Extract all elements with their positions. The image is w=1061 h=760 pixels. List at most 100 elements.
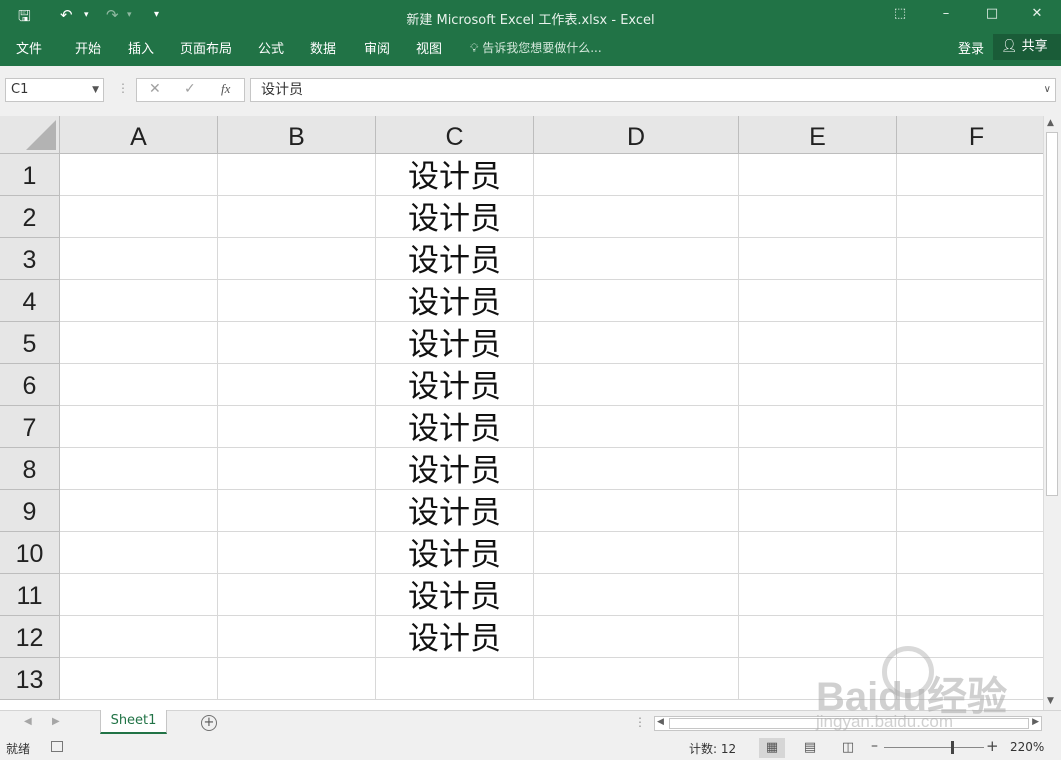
cell-a13[interactable] xyxy=(60,658,218,700)
row-header-13[interactable]: 13 xyxy=(0,658,60,700)
chevron-down-icon[interactable]: ▼ xyxy=(92,79,99,101)
tab-insert[interactable]: 插入 xyxy=(128,38,154,57)
row-header-1[interactable]: 1 xyxy=(0,154,60,196)
cell-b9[interactable] xyxy=(218,490,376,532)
insert-function-icon[interactable]: fx xyxy=(221,81,230,97)
cell-d9[interactable] xyxy=(534,490,739,532)
cell-d8[interactable] xyxy=(534,448,739,490)
cell-f12[interactable] xyxy=(897,616,1043,658)
scroll-left-icon[interactable]: ◀ xyxy=(657,717,664,727)
cell-c9[interactable]: 设计员 xyxy=(376,490,534,532)
zoom-out-button[interactable]: – xyxy=(871,738,878,754)
cell-e1[interactable] xyxy=(739,154,897,196)
cell-d4[interactable] xyxy=(534,280,739,322)
tab-review[interactable]: 审阅 xyxy=(364,38,390,57)
sheet-tab-sheet1[interactable]: Sheet1 xyxy=(100,710,167,734)
add-sheet-icon[interactable]: + xyxy=(201,715,217,731)
row-header-4[interactable]: 4 xyxy=(0,280,60,322)
cell-f9[interactable] xyxy=(897,490,1043,532)
cell-c5[interactable]: 设计员 xyxy=(376,322,534,364)
cell-c13[interactable] xyxy=(376,658,534,700)
cell-b1[interactable] xyxy=(218,154,376,196)
cell-d3[interactable] xyxy=(534,238,739,280)
select-all-button[interactable] xyxy=(0,116,60,154)
cell-d12[interactable] xyxy=(534,616,739,658)
zoom-level[interactable]: 220% xyxy=(1010,740,1044,754)
zoom-slider-thumb[interactable] xyxy=(951,741,954,754)
normal-view-icon[interactable]: ▦ xyxy=(759,738,785,758)
macro-recording-icon[interactable] xyxy=(51,741,63,752)
cell-f7[interactable] xyxy=(897,406,1043,448)
cell-f3[interactable] xyxy=(897,238,1043,280)
cell-d2[interactable] xyxy=(534,196,739,238)
cell-e11[interactable] xyxy=(739,574,897,616)
scroll-down-icon[interactable]: ▼ xyxy=(1047,696,1054,706)
row-header-7[interactable]: 7 xyxy=(0,406,60,448)
cell-a6[interactable] xyxy=(60,364,218,406)
cell-c12[interactable]: 设计员 xyxy=(376,616,534,658)
tab-file[interactable]: 文件 xyxy=(16,38,42,57)
cell-b2[interactable] xyxy=(218,196,376,238)
cell-c6[interactable]: 设计员 xyxy=(376,364,534,406)
horizontal-scroll-thumb[interactable] xyxy=(669,718,1029,729)
cell-b5[interactable] xyxy=(218,322,376,364)
row-header-6[interactable]: 6 xyxy=(0,364,60,406)
cell-c7[interactable]: 设计员 xyxy=(376,406,534,448)
row-header-8[interactable]: 8 xyxy=(0,448,60,490)
row-header-12[interactable]: 12 xyxy=(0,616,60,658)
cell-a5[interactable] xyxy=(60,322,218,364)
next-sheet-icon[interactable]: ▶ xyxy=(52,716,60,727)
cell-c4[interactable]: 设计员 xyxy=(376,280,534,322)
cell-f11[interactable] xyxy=(897,574,1043,616)
cell-f1[interactable] xyxy=(897,154,1043,196)
row-header-3[interactable]: 3 xyxy=(0,238,60,280)
cell-f6[interactable] xyxy=(897,364,1043,406)
close-button[interactable]: ✕ xyxy=(1017,6,1057,26)
page-layout-view-icon[interactable]: ▤ xyxy=(797,738,823,758)
ribbon-display-options-icon[interactable]: ⬚ xyxy=(880,6,920,26)
cell-d6[interactable] xyxy=(534,364,739,406)
column-header-a[interactable]: A xyxy=(60,116,218,154)
cell-a4[interactable] xyxy=(60,280,218,322)
cell-d5[interactable] xyxy=(534,322,739,364)
cell-e3[interactable] xyxy=(739,238,897,280)
cell-c8[interactable]: 设计员 xyxy=(376,448,534,490)
cell-a3[interactable] xyxy=(60,238,218,280)
row-header-11[interactable]: 11 xyxy=(0,574,60,616)
cell-a12[interactable] xyxy=(60,616,218,658)
row-header-2[interactable]: 2 xyxy=(0,196,60,238)
cell-a11[interactable] xyxy=(60,574,218,616)
enter-icon[interactable]: ✓ xyxy=(184,81,196,97)
cell-a2[interactable] xyxy=(60,196,218,238)
cancel-icon[interactable]: ✕ xyxy=(149,81,161,97)
zoom-slider[interactable] xyxy=(884,747,984,748)
cell-f8[interactable] xyxy=(897,448,1043,490)
cell-b8[interactable] xyxy=(218,448,376,490)
cell-c2[interactable]: 设计员 xyxy=(376,196,534,238)
worksheet-grid[interactable]: ABCDEF 1 设计员 2 设计员 3 设计员 4 设计员 5 设计员 6 设计员 7 设计员 8 设计员 9… xyxy=(0,116,1043,710)
cell-f13[interactable] xyxy=(897,658,1043,700)
maximize-button[interactable]: □ xyxy=(972,6,1012,26)
cell-c3[interactable]: 设计员 xyxy=(376,238,534,280)
cell-c1[interactable]: 设计员 xyxy=(376,154,534,196)
tab-split-handle-icon[interactable]: ⋮ xyxy=(634,715,646,729)
cell-e2[interactable] xyxy=(739,196,897,238)
cell-e13[interactable] xyxy=(739,658,897,700)
cell-b11[interactable] xyxy=(218,574,376,616)
cell-e10[interactable] xyxy=(739,532,897,574)
cell-d10[interactable] xyxy=(534,532,739,574)
cell-b3[interactable] xyxy=(218,238,376,280)
formula-input[interactable]: 设计员 ∨ xyxy=(250,78,1056,102)
scroll-right-icon[interactable]: ▶ xyxy=(1032,717,1039,727)
cell-c11[interactable]: 设计员 xyxy=(376,574,534,616)
row-header-5[interactable]: 5 xyxy=(0,322,60,364)
cell-b7[interactable] xyxy=(218,406,376,448)
row-header-9[interactable]: 9 xyxy=(0,490,60,532)
expand-formula-icon[interactable]: ∨ xyxy=(1044,79,1051,101)
cell-e12[interactable] xyxy=(739,616,897,658)
cell-a8[interactable] xyxy=(60,448,218,490)
cell-e4[interactable] xyxy=(739,280,897,322)
column-header-e[interactable]: E xyxy=(739,116,897,154)
column-header-f[interactable]: F xyxy=(897,116,1043,154)
column-header-c[interactable]: C xyxy=(376,116,534,154)
